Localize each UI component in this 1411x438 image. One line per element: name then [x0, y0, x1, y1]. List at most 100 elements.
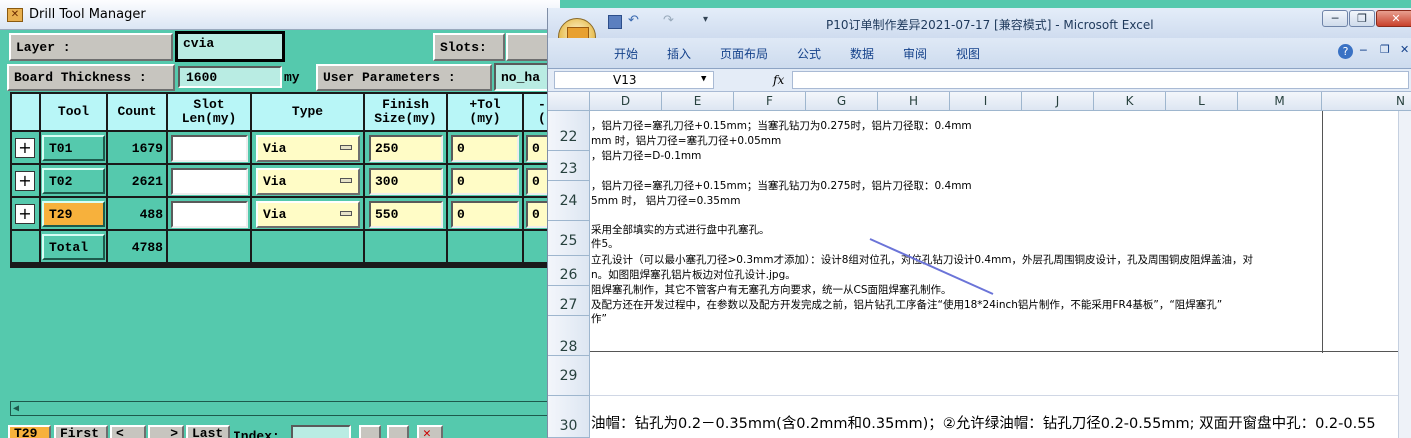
count-value: 2621 [131, 174, 163, 189]
tool-button-t02[interactable]: T02 [42, 168, 105, 194]
tab-review[interactable]: 审阅 [903, 45, 927, 62]
total-count: 4788 [131, 240, 163, 255]
prev-button[interactable]: < [110, 425, 146, 438]
row-header[interactable]: 23 [548, 151, 590, 181]
type-select[interactable]: Via [256, 201, 360, 228]
undo-icon[interactable]: ↶ [628, 13, 639, 28]
excel-title-bar: ↶ ↷ ▾ P10订单制作差异2021-07-17 [兼容模式] - Micro… [548, 8, 1411, 38]
count-value: 1679 [131, 141, 163, 156]
tool-button-t01[interactable]: T01 [42, 135, 105, 161]
slot-len-input[interactable] [171, 201, 248, 228]
type-select[interactable]: Via [256, 168, 360, 195]
drill-tool-manager-window: ✕ Drill Tool Manager Layer : cvia Slots:… [0, 0, 560, 438]
scroll-left-icon[interactable]: ◀ [13, 403, 19, 414]
tool-table: Tool Count Slot Len(my) Type Finish Size(m… [10, 92, 560, 268]
slot-len-input[interactable] [171, 135, 248, 162]
total-label: Total [42, 234, 105, 260]
row-bg [12, 231, 39, 262]
search-icon[interactable] [359, 425, 381, 438]
fx-icon[interactable]: fx [773, 73, 784, 87]
delete-icon[interactable]: ✕ [417, 425, 443, 438]
ribbon-restore-icon[interactable]: ❐ [1380, 43, 1390, 56]
column-header[interactable]: L [1166, 92, 1238, 111]
tab-formulas[interactable]: 公式 [797, 45, 821, 62]
expand-icon[interactable]: + [15, 138, 35, 158]
next-button[interactable]: > [148, 425, 184, 438]
cell-text: ，铝片刀径=塞孔刀径+0.15mm；当塞孔钻刀为0.275时，铝片刀径取：0.4… [591, 120, 972, 132]
excel-window-title: P10订单制作差异2021-07-17 [兼容模式] - Microsoft E… [826, 18, 1154, 32]
layer-label: Layer : [9, 33, 173, 61]
tool-button-t29[interactable]: T29 [42, 201, 105, 227]
column-header[interactable]: J [1022, 92, 1094, 111]
column-header[interactable]: E [662, 92, 734, 111]
row-header[interactable]: 30 [548, 396, 590, 438]
title-bar: ✕ Drill Tool Manager [0, 0, 560, 30]
window-title: Drill Tool Manager [29, 7, 146, 22]
index-input[interactable] [291, 425, 351, 438]
cell-border [1322, 111, 1323, 353]
cell-text: 采用全部填实的方式进行盘中孔塞孔。 [591, 224, 770, 236]
slots-label: Slots: [433, 33, 505, 61]
finish-size-input[interactable]: 300 [369, 168, 443, 195]
slot-len-input[interactable] [171, 168, 248, 195]
column-header[interactable]: K [1094, 92, 1166, 111]
tab-view[interactable]: 视图 [956, 45, 980, 62]
column-header[interactable]: F [734, 92, 806, 111]
save-icon[interactable] [608, 15, 622, 29]
column-header[interactable]: I [950, 92, 1022, 111]
close-icon[interactable]: ✕ [1376, 10, 1411, 27]
quick-access-dropdown-icon[interactable]: ▾ [703, 14, 708, 25]
column-header[interactable]: N [1322, 92, 1411, 111]
row-header[interactable]: 27 [548, 286, 590, 316]
tab-home[interactable]: 开始 [614, 45, 638, 62]
row-header[interactable]: 28 [548, 316, 590, 356]
first-button[interactable]: First [54, 425, 108, 438]
plus-tol-input[interactable]: 0 [451, 201, 519, 228]
select-all[interactable] [548, 92, 590, 111]
plus-tol-input[interactable]: 0 [451, 135, 519, 162]
layer-field[interactable]: cvia [175, 31, 285, 62]
formula-input[interactable] [792, 71, 1409, 89]
help-icon[interactable]: ? [1338, 44, 1353, 59]
ribbon-close-icon[interactable]: ✕ [1400, 43, 1409, 56]
expand-icon[interactable]: + [15, 204, 35, 224]
column-header[interactable]: M [1238, 92, 1322, 111]
user-parameters-label: User Parameters : [316, 64, 492, 91]
maximize-icon[interactable]: ❐ [1349, 10, 1375, 27]
column-header[interactable]: D [590, 92, 662, 111]
name-box-dropdown-icon[interactable]: ▼ [701, 74, 706, 84]
column-header[interactable]: G [806, 92, 878, 111]
vertical-scrollbar[interactable] [1398, 111, 1411, 438]
board-thickness-input[interactable]: 1600 [178, 66, 282, 88]
header-finish-size: Finish Size(my) [365, 94, 446, 130]
tab-data[interactable]: 数据 [850, 45, 874, 62]
cell-text: ，铝片刀径=塞孔刀径+0.15mm；当塞孔钻刀为0.275时，铝片刀径取：0.4… [591, 180, 972, 192]
index-label: Index: [233, 429, 280, 438]
header-type: Type [252, 94, 363, 130]
name-box[interactable]: V13 [554, 71, 714, 89]
column-header[interactable]: H [878, 92, 950, 111]
count-value: 488 [139, 207, 163, 222]
row-header[interactable]: 22 [548, 111, 590, 151]
type-select[interactable]: Via [256, 135, 360, 162]
last-button[interactable]: Last [186, 425, 230, 438]
app-icon: ✕ [7, 7, 23, 22]
edit-icon[interactable] [387, 425, 409, 438]
header-blank [12, 94, 39, 130]
plus-tol-input[interactable]: 0 [451, 168, 519, 195]
finish-size-input[interactable]: 250 [369, 135, 443, 162]
row-header[interactable]: 26 [548, 256, 590, 286]
expand-icon[interactable]: + [15, 171, 35, 191]
row-header[interactable]: 24 [548, 181, 590, 221]
horizontal-scrollbar[interactable]: ◀ [10, 401, 555, 416]
finish-size-input[interactable]: 550 [369, 201, 443, 228]
tab-insert[interactable]: 插入 [667, 45, 691, 62]
ribbon-minimize-icon[interactable]: ─ [1360, 44, 1367, 57]
minimize-icon[interactable]: ─ [1322, 10, 1348, 27]
tab-page-layout[interactable]: 页面布局 [720, 45, 768, 62]
redo-icon[interactable]: ↷ [663, 13, 674, 28]
board-thickness-unit: my [284, 70, 300, 85]
cell-border [590, 395, 1411, 396]
row-header[interactable]: 25 [548, 221, 590, 256]
row-header[interactable]: 29 [548, 356, 590, 396]
